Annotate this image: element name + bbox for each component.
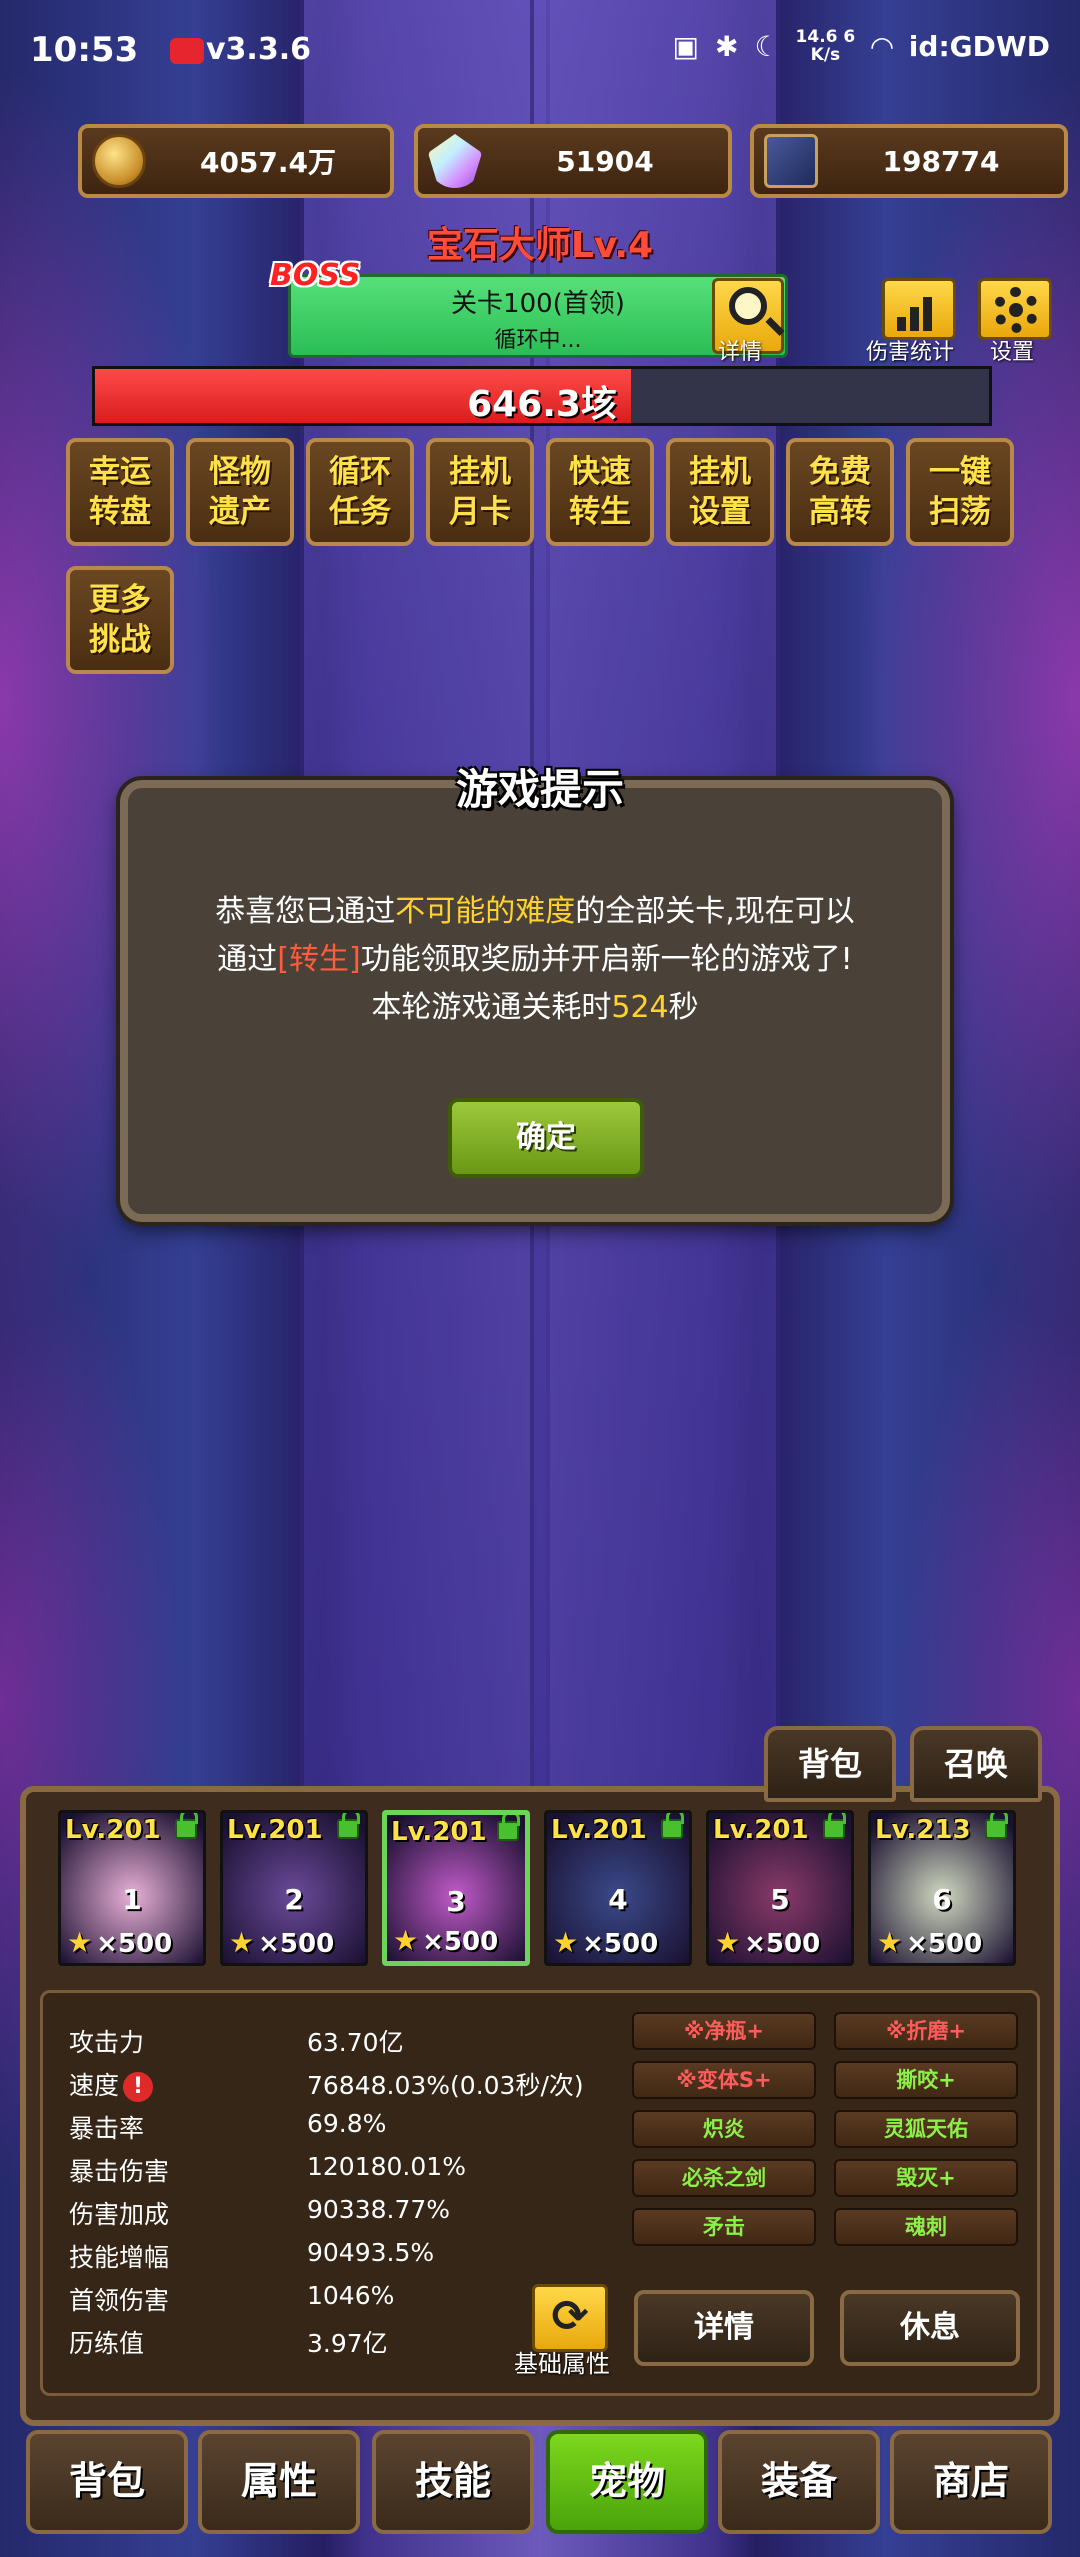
skill-badge[interactable]: ※变体S+ bbox=[632, 2061, 816, 2099]
skill-badge[interactable]: 灵狐天佑 bbox=[834, 2110, 1018, 2148]
magnifier-icon bbox=[729, 287, 767, 325]
lucky-wheel-button[interactable]: 幸运转盘 bbox=[66, 438, 174, 546]
card-value: 198774 bbox=[882, 144, 1000, 178]
rest-button[interactable]: 休息 bbox=[840, 2290, 1020, 2366]
gear-icon bbox=[993, 287, 1039, 333]
status-bar: 10:53 v3.3.6 ▣ ✱ ☾ 14.6 6 K/s ◠ id:GDWD bbox=[0, 0, 1080, 100]
damage-stats-button[interactable] bbox=[882, 278, 956, 340]
master-title: 宝石大师Lv.4 bbox=[426, 225, 654, 266]
star-icon: ★ bbox=[393, 1924, 419, 1957]
star-icon: ★ bbox=[67, 1926, 93, 1959]
pet-detail-button[interactable]: 详情 bbox=[634, 2290, 814, 2366]
coin-icon bbox=[92, 134, 146, 188]
tab-attributes[interactable]: 属性 bbox=[198, 2430, 360, 2534]
player-id: id:GDWD bbox=[908, 29, 1050, 63]
lock-icon bbox=[985, 1813, 1008, 1839]
tab-equipment[interactable]: 装备 bbox=[718, 2430, 880, 2534]
lock-icon bbox=[337, 1813, 360, 1839]
more-challenges-button[interactable]: 更多挑战 bbox=[66, 566, 174, 674]
clear-time-highlight: 524 bbox=[611, 990, 669, 1025]
skill-badge[interactable]: 毁灭+ bbox=[834, 2159, 1018, 2197]
stage-name: 关卡100(首领) bbox=[451, 289, 625, 319]
skill-badge[interactable]: 魂刺 bbox=[834, 2208, 1018, 2246]
quick-rebirth-button[interactable]: 快速转生 bbox=[546, 438, 654, 546]
tab-shop[interactable]: 商店 bbox=[890, 2430, 1052, 2534]
skill-badge[interactable]: 炽炎 bbox=[632, 2110, 816, 2148]
star-icon: ★ bbox=[877, 1926, 903, 1959]
lock-icon bbox=[661, 1813, 684, 1839]
skill-badge[interactable]: 撕咬+ bbox=[834, 2061, 1018, 2099]
tab-bag[interactable]: 背包 bbox=[26, 2430, 188, 2534]
confirm-button[interactable]: 确定 bbox=[448, 1098, 644, 1178]
free-high-rebirth-button[interactable]: 免费高转 bbox=[786, 438, 894, 546]
dialog-title: 游戏提示 bbox=[455, 765, 624, 814]
difficulty-highlight: 不可能的难度 bbox=[395, 894, 576, 929]
gold-value: 4057.4万 bbox=[199, 146, 337, 179]
stage-detail-label: 详情 bbox=[718, 340, 763, 365]
loop-tasks-button[interactable]: 循环任务 bbox=[306, 438, 414, 546]
pet-slot-6[interactable]: Lv.213 6 ★ ×500 bbox=[868, 1810, 1016, 1966]
skill-badge[interactable]: 矛击 bbox=[632, 2208, 816, 2246]
boss-hp-text: 646.3垓 bbox=[467, 384, 617, 425]
pet-slot-3[interactable]: Lv.201 3 ★ ×500 bbox=[382, 1810, 530, 1966]
skill-badge[interactable]: 必杀之剑 bbox=[632, 2159, 816, 2197]
lock-icon bbox=[175, 1813, 198, 1839]
net-speed: 14.6 6 K/s bbox=[795, 27, 856, 65]
card-currency[interactable]: 198774 bbox=[750, 124, 1068, 198]
moon-icon: ☾ bbox=[754, 29, 780, 63]
pet-slot-1[interactable]: Lv.201 1 ★ ×500 bbox=[58, 1810, 206, 1966]
star-icon: ★ bbox=[553, 1926, 579, 1959]
status-icons: ▣ ✱ ☾ 14.6 6 K/s ◠ id:GDWD bbox=[673, 28, 1051, 64]
settings-label: 设置 bbox=[990, 340, 1035, 365]
pet-row: Lv.201 1 ★ ×500 Lv.201 2 ★ ×500 Lv.201 3 ★… bbox=[40, 1810, 1040, 1976]
game-tip-dialog: 恭喜您已通过不可能的难度的全部关卡,现在可以 通过[转生]功能领取奖励并开启新一… bbox=[120, 780, 950, 1222]
pet-slot-5[interactable]: Lv.201 5 ★ ×500 bbox=[706, 1810, 854, 1966]
skill-badge[interactable]: ※净瓶+ bbox=[632, 2012, 816, 2050]
notification-badge-icon bbox=[170, 38, 204, 64]
gem-icon bbox=[428, 134, 482, 188]
dialog-message: 恭喜您已通过不可能的难度的全部关卡,现在可以 通过[转生]功能领取奖励并开启新一… bbox=[215, 894, 855, 1025]
bag-top-button[interactable]: 背包 bbox=[764, 1726, 896, 1802]
rebirth-highlight: [转生] bbox=[277, 942, 361, 977]
boss-tag: BOSS bbox=[270, 258, 361, 293]
idle-monthly-card-button[interactable]: 挂机月卡 bbox=[426, 438, 534, 546]
pet-slot-2[interactable]: Lv.201 2 ★ ×500 bbox=[220, 1810, 368, 1966]
gem-currency[interactable]: 51904 bbox=[414, 124, 732, 198]
nfc-icon: ▣ bbox=[672, 29, 699, 63]
monster-legacy-button[interactable]: 怪物遗产 bbox=[186, 438, 294, 546]
lock-icon bbox=[497, 1815, 520, 1841]
damage-stats-label: 伤害统计 bbox=[866, 340, 955, 365]
pet-slot-4[interactable]: Lv.201 4 ★ ×500 bbox=[544, 1810, 692, 1966]
stage-status: 循环中... bbox=[494, 328, 582, 353]
base-attr-label: 基础属性 bbox=[514, 2350, 610, 2378]
star-icon: ★ bbox=[715, 1926, 741, 1959]
card-icon bbox=[764, 134, 818, 188]
wifi-icon: ◠ bbox=[871, 29, 893, 63]
settings-button[interactable] bbox=[978, 278, 1052, 340]
status-time: 10:53 bbox=[30, 30, 139, 70]
bar-chart-icon bbox=[897, 291, 943, 331]
warning-icon[interactable]: ! bbox=[123, 2072, 154, 2102]
idle-settings-button[interactable]: 挂机设置 bbox=[666, 438, 774, 546]
tab-skills[interactable]: 技能 bbox=[372, 2430, 534, 2534]
lock-icon bbox=[823, 1813, 846, 1839]
skill-badge[interactable]: ※折磨+ bbox=[834, 2012, 1018, 2050]
gem-value: 51904 bbox=[556, 144, 654, 178]
refresh-icon[interactable]: ⟳ bbox=[532, 2284, 608, 2352]
game-version: v3.3.6 bbox=[206, 32, 311, 67]
boss-hp-bar: 646.3垓 bbox=[92, 366, 992, 426]
bluetooth-icon: ✱ bbox=[714, 29, 739, 63]
tab-pets[interactable]: 宠物 bbox=[546, 2430, 708, 2534]
one-click-sweep-button[interactable]: 一键扫荡 bbox=[906, 438, 1014, 546]
gold-currency[interactable]: 4057.4万 bbox=[78, 124, 394, 198]
summon-button[interactable]: 召唤 bbox=[910, 1726, 1042, 1802]
star-icon: ★ bbox=[229, 1926, 255, 1959]
